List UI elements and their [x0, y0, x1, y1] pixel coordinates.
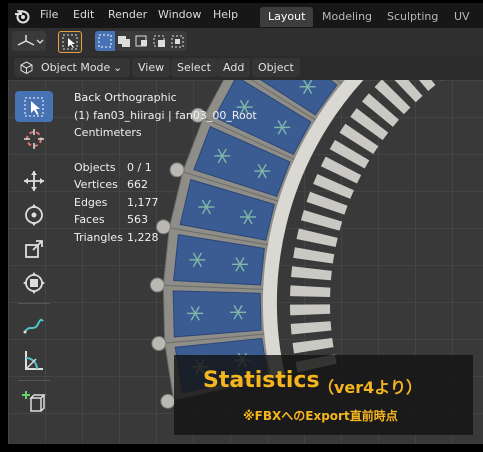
blender-window: File Edit Render Window Help Layout Mode…: [8, 3, 483, 444]
annotate-icon: [23, 318, 44, 333]
stat-label: Triangles: [74, 230, 123, 244]
tool-annotate[interactable]: [15, 310, 53, 341]
cursor-arrow-icon: [62, 34, 78, 50]
menu-file[interactable]: File: [40, 8, 58, 21]
toolbar-divider: [18, 303, 50, 304]
fan-blue-panel: [172, 290, 262, 338]
tab-layout[interactable]: Layout: [260, 7, 314, 27]
select-subtract-button[interactable]: [133, 31, 151, 51]
select-extend-button[interactable]: [115, 31, 133, 51]
stat-label: Faces: [74, 213, 105, 226]
tool-select-box[interactable]: [15, 91, 53, 122]
select-subtract-icon: [135, 35, 147, 47]
top-menu-bar: File Edit Render Window Help Layout Mode…: [8, 3, 483, 43]
menu-help[interactable]: Help: [213, 8, 238, 21]
select-new-icon: [98, 34, 112, 48]
menu-window[interactable]: Window: [158, 8, 201, 21]
select-new-button[interactable]: [95, 31, 115, 51]
selection-mode-group: [95, 31, 187, 51]
select-intersect-button[interactable]: [169, 31, 187, 51]
tool-header: [8, 28, 483, 56]
overlay-spacer: [74, 142, 257, 159]
blender-logo-icon[interactable]: [14, 8, 30, 24]
caption-subtitle: （ver4より）: [318, 378, 422, 397]
cursor-icon: [24, 128, 44, 149]
rotate-icon: [25, 203, 43, 226]
tool-add-cube[interactable]: [15, 386, 53, 417]
stat-edges: Edges 1,177: [74, 194, 257, 212]
object-mode-icon: [20, 61, 33, 74]
tool-move[interactable]: [15, 165, 53, 196]
fan-rim-flower: [151, 336, 167, 352]
stat-value: 1,177: [127, 195, 159, 209]
caption-title: Statistics: [203, 368, 320, 393]
stat-label: Objects: [74, 160, 116, 174]
stat-label: Vertices: [74, 178, 118, 191]
tool-rotate[interactable]: [15, 199, 53, 230]
unit-system: Centimeters: [74, 126, 142, 139]
measure-icon: [25, 350, 43, 370]
object-mode-label: Object Mode: [41, 61, 111, 74]
tool-scale[interactable]: [15, 233, 53, 264]
stat-faces: Faces 563: [74, 211, 257, 229]
fan-rim-flower: [160, 393, 176, 409]
stat-value: 662: [127, 178, 148, 191]
axis-gizmo-icon: [17, 35, 44, 46]
screenshot-frame: File Edit Render Window Help Layout Mode…: [0, 0, 483, 452]
active-object-path: (1) fan03_hiiragi | fan03_00_Root: [74, 108, 257, 122]
select-box-icon: [24, 97, 44, 116]
fan-rim-flower: [149, 277, 165, 293]
caption-box: Statistics （ver4より） ※FBXへのExport直前時点: [174, 355, 473, 435]
stat-value: 0 / 1: [127, 160, 152, 174]
stat-value: 1,228: [127, 230, 159, 244]
tool-shelf: [12, 89, 54, 419]
viewport-text-overlay: Back Orthographic (1) fan03_hiiragi | fa…: [74, 89, 257, 246]
tool-cursor[interactable]: [15, 123, 53, 154]
stat-objects: Objects 0 / 1: [74, 159, 257, 177]
select-invert-button[interactable]: [151, 31, 169, 51]
tab-modeling[interactable]: Modeling: [314, 7, 380, 27]
add-cube-icon: [22, 390, 46, 412]
stat-value: 563: [127, 213, 148, 226]
view-name: Back Orthographic: [74, 91, 177, 104]
stat-vertices: Vertices 662: [74, 176, 257, 194]
menu-select[interactable]: Select: [171, 58, 217, 77]
select-tool-button[interactable]: [58, 31, 82, 53]
menu-add[interactable]: Add: [217, 58, 251, 77]
transform-icon: [23, 271, 45, 294]
chevron-down-icon: ⌄: [113, 61, 123, 74]
toolbar-divider-2: [18, 380, 50, 381]
menu-render[interactable]: Render: [108, 8, 147, 21]
move-icon: [24, 170, 44, 191]
select-extend-icon: [118, 36, 130, 47]
tool-transform[interactable]: [15, 267, 53, 298]
tab-sculpting[interactable]: Sculpting: [379, 7, 446, 27]
fan-inner-lace: [290, 80, 443, 373]
transform-pivot-dropdown[interactable]: [12, 31, 46, 51]
tool-measure[interactable]: [15, 344, 53, 375]
tab-uv-editing[interactable]: UV E: [446, 7, 483, 43]
caption-note: ※FBXへのExport直前時点: [243, 409, 398, 423]
viewport-header: Object Mode ⌄ View Select Add Object: [8, 56, 483, 80]
menu-edit[interactable]: Edit: [73, 8, 94, 21]
select-invert-icon: [153, 35, 165, 47]
scale-icon: [25, 239, 43, 258]
object-mode-dropdown[interactable]: Object Mode ⌄: [14, 58, 130, 77]
menu-object[interactable]: Object: [252, 58, 300, 77]
stat-label: Edges: [74, 195, 108, 209]
menu-view[interactable]: View: [132, 58, 171, 77]
stat-triangles: Triangles 1,228: [74, 229, 257, 247]
select-intersect-icon: [171, 35, 184, 48]
